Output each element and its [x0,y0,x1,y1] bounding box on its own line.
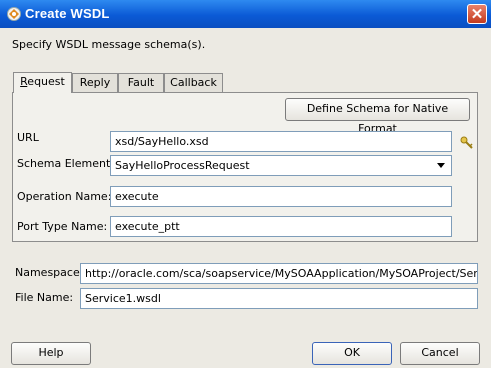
key-browse-icon[interactable] [460,136,474,150]
ok-button[interactable]: OK [312,342,392,365]
cancel-button-label: Cancel [421,346,459,359]
schema-element-value: SayHelloProcessRequest [115,159,250,172]
file-name-field[interactable]: Service1.wsdl [80,288,478,309]
tab-request-label: equest [27,75,65,88]
title-bar[interactable]: Create WSDL ✕ [0,0,491,28]
port-type-name-field[interactable]: execute_ptt [110,216,452,237]
help-button-label: Help [38,346,64,359]
schema-element-select[interactable]: SayHelloProcessRequest [110,155,452,176]
tab-fault-label: Fault [127,76,155,89]
create-wsdl-dialog: Create WSDL ✕ Specify WSDL message schem… [0,0,491,368]
schema-element-label: Schema Element [17,157,111,170]
close-button[interactable]: ✕ [467,4,487,24]
tab-reply[interactable]: Reply [72,73,118,92]
tab-fault[interactable]: Fault [118,73,164,92]
tab-request[interactable]: Request [13,72,72,93]
port-type-name-label: Port Type Name: [17,220,108,233]
url-field[interactable]: xsd/SayHello.xsd [110,131,452,152]
namespace-field[interactable]: http://oracle.com/sca/soapservice/MySOAA… [80,263,478,284]
namespace-label: Namespace: [15,266,84,279]
wsdl-globe-icon [7,7,21,21]
operation-name-label: Operation Name: [17,190,112,203]
file-name-label: File Name: [15,291,74,304]
tab-callback-label: Callback [170,76,217,89]
close-icon: ✕ [470,6,484,23]
cancel-button[interactable]: Cancel [400,342,480,365]
url-label: URL [17,131,39,144]
tab-callback[interactable]: Callback [164,73,223,92]
operation-name-field[interactable]: execute [110,186,452,207]
tab-reply-label: Reply [79,76,111,89]
window-title: Create WSDL [25,6,110,21]
help-button[interactable]: Help [11,342,91,365]
ok-button-label: OK [344,346,360,359]
instruction-text: Specify WSDL message schema(s). [12,38,206,51]
define-schema-button[interactable]: Define Schema for Native Format [285,98,470,135]
chevron-down-icon[interactable] [437,163,445,168]
